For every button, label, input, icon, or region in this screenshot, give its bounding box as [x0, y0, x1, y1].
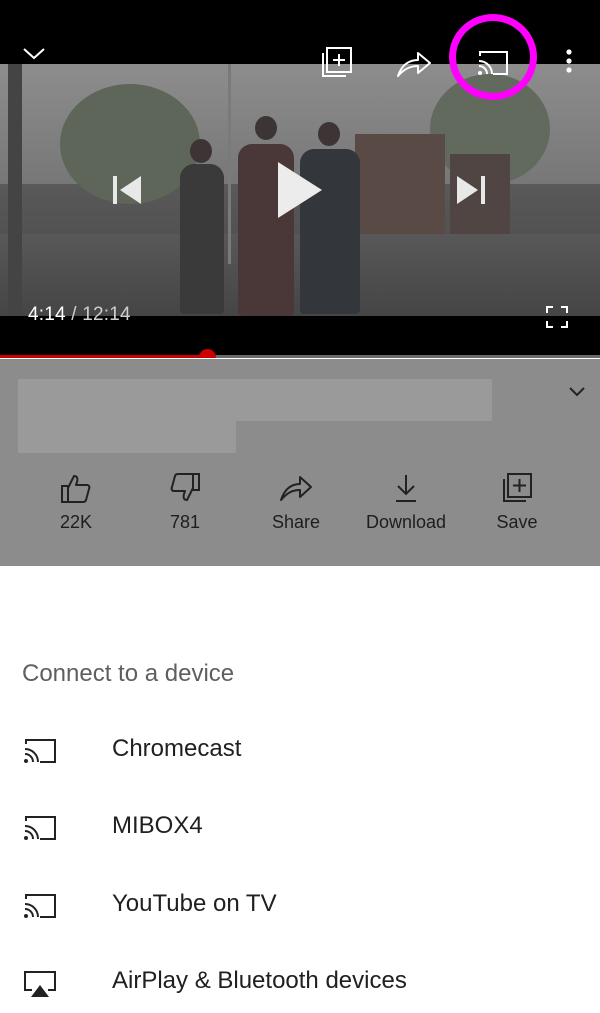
share-icon: [280, 476, 312, 501]
skip-next-icon: [457, 176, 485, 204]
more-vertical-icon: [566, 49, 572, 73]
blurred-title: [18, 379, 492, 421]
video-info-panel: [0, 359, 600, 566]
chevron-down-icon: [569, 387, 585, 397]
save-label: Save: [496, 512, 538, 532]
progress-scrubber[interactable]: [199, 349, 216, 358]
playback-time: 4:14 / 12:14: [28, 304, 131, 326]
device-item-airplay-bluetooth[interactable]: AirPlay & Bluetooth devices: [0, 953, 600, 1013]
like-count: 22K: [59, 512, 93, 532]
connect-device-sheet: Connect to a device Chromecast MIBOX4 Yo…: [0, 566, 600, 1006]
save-to-playlist-icon: [503, 473, 532, 502]
download-button[interactable]: Download: [361, 470, 451, 533]
previous-button[interactable]: [110, 173, 144, 207]
add-to-playlist-button[interactable]: [321, 46, 353, 78]
cast-icon: [24, 894, 56, 918]
cast-highlight-circle: [449, 14, 537, 100]
dislike-button[interactable]: 781: [140, 470, 230, 533]
fullscreen-button[interactable]: [546, 306, 568, 328]
duration: 12:14: [82, 304, 131, 325]
download-icon: [396, 475, 416, 502]
cast-icon: [24, 816, 56, 840]
blurred-title-line-2: [18, 421, 236, 453]
skip-previous-icon: [113, 176, 141, 204]
device-label: AirPlay & Bluetooth devices: [112, 967, 407, 994]
add-to-playlist-icon: [322, 47, 352, 77]
video-player[interactable]: 4:14 / 12:14: [0, 0, 600, 358]
more-options-button[interactable]: [565, 48, 573, 76]
save-button[interactable]: Save: [472, 470, 562, 533]
minimize-button[interactable]: [22, 46, 46, 62]
current-time: 4:14: [28, 304, 66, 325]
fullscreen-icon: [546, 306, 568, 328]
cast-icon: [24, 739, 56, 763]
progress-bar[interactable]: [0, 355, 600, 358]
download-label: Download: [365, 512, 447, 532]
thumbs-down-icon: [170, 473, 200, 501]
share-icon: [397, 52, 431, 77]
play-button[interactable]: [276, 160, 324, 220]
play-icon: [278, 162, 322, 218]
next-button[interactable]: [454, 173, 488, 207]
device-item-chromecast[interactable]: Chromecast: [0, 721, 600, 781]
airplay-icon: [24, 971, 56, 997]
device-label: YouTube on TV: [112, 890, 277, 917]
device-item-youtube-on-tv[interactable]: YouTube on TV: [0, 876, 600, 936]
thumbs-up-icon: [61, 475, 91, 503]
sheet-title: Connect to a device: [22, 660, 235, 687]
like-button[interactable]: 22K: [31, 470, 121, 533]
share-action-button[interactable]: Share: [251, 470, 341, 533]
device-label: MIBOX4: [112, 812, 203, 839]
dislike-count: 781: [169, 512, 201, 532]
device-label: Chromecast: [112, 735, 242, 762]
time-separator: /: [65, 304, 83, 325]
chevron-down-icon: [23, 48, 45, 60]
share-button[interactable]: [396, 50, 432, 78]
share-label: Share: [271, 512, 321, 532]
expand-description-button[interactable]: [568, 385, 586, 403]
device-item-mibox4[interactable]: MIBOX4: [0, 798, 600, 858]
progress-fill: [0, 355, 207, 358]
